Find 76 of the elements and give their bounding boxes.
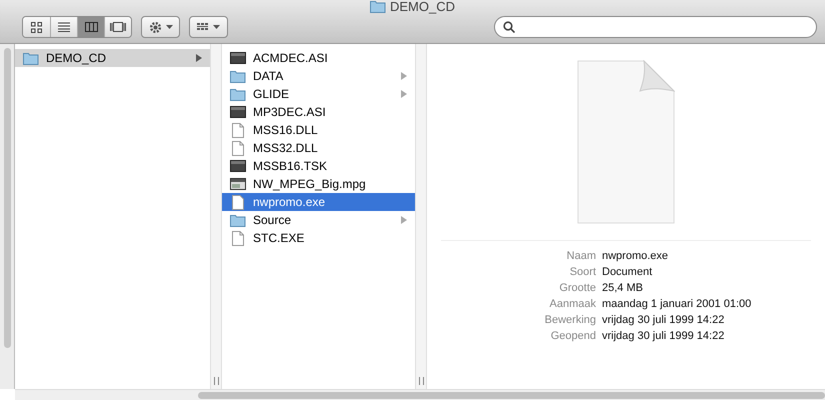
search-icon [503,21,515,33]
folder-icon [230,70,246,82]
caret-icon [213,25,220,29]
search-field[interactable] [494,16,817,38]
cover-flow-icon [110,22,126,32]
application-icon [230,106,246,118]
info-label: Soort [568,265,596,280]
grid-icon [197,23,208,31]
info-label: Naam [566,249,596,264]
resize-handle-icon[interactable] [418,377,424,385]
disclosure-arrow-icon [401,72,407,80]
list-view-icon [58,22,70,32]
file-row[interactable]: Source [222,211,415,229]
window-title: DEMO_CD [390,0,455,16]
file-name: MSS16.DLL [253,122,319,139]
file-row[interactable]: GLIDE [222,85,415,103]
info-label: Bewerking [544,313,596,328]
document-icon [232,230,244,246]
file-name: MSS32.DLL [253,140,319,157]
file-row[interactable]: DEMO_CD [15,49,210,67]
file-row[interactable]: ACMDEC.ASI [222,49,415,67]
disclosure-arrow-icon [196,54,202,62]
scroll-bar[interactable] [4,48,10,348]
file-row[interactable]: MSS16.DLL [222,121,415,139]
info-value: maandag 1 januari 2001 01:00 [602,297,752,312]
file-row[interactable]: MP3DEC.ASI [222,103,415,121]
info-value: 25,4 MB [602,281,644,296]
file-row[interactable]: nwpromo.exe [222,193,415,211]
file-name: NW_MPEG_Big.mpg [253,176,367,193]
view-mode-button[interactable] [50,17,77,37]
info-label: Aanmaak [548,297,596,312]
file-row[interactable]: STC.EXE [222,229,415,247]
resize-handle-icon[interactable] [214,377,218,385]
action-menu-button[interactable] [141,16,180,38]
document-icon [232,140,244,156]
video-icon [230,178,246,190]
column-view-icon [84,22,98,32]
folder-icon [370,0,386,14]
gear-icon [148,20,162,34]
file-name: DEMO_CD [46,50,108,67]
info-label: Grootte [558,281,596,296]
document-icon [232,194,244,210]
folder-icon [230,88,246,100]
caret-icon [166,25,172,29]
info-value: vrijdag 30 juli 1999 14:22 [602,329,726,344]
view-mode-button[interactable] [77,17,104,37]
arrange-menu-button[interactable] [189,16,228,38]
info-value: vrijdag 30 juli 1999 14:22 [602,313,726,328]
file-row[interactable]: MSSB16.TSK [222,157,415,175]
info-value: nwpromo.exe [602,249,670,264]
file-name: STC.EXE [253,230,306,247]
file-name: ACMDEC.ASI [253,50,329,67]
folder-icon [23,52,39,64]
info-value: Document [602,265,654,280]
file-row[interactable]: NW_MPEG_Big.mpg [222,175,415,193]
file-row[interactable]: MSS32.DLL [222,139,415,157]
view-mode-button[interactable] [23,17,50,37]
view-mode-switcher[interactable] [22,16,132,38]
document-preview-icon [577,60,675,224]
disclosure-arrow-icon [401,216,407,224]
file-name: MSSB16.TSK [253,158,328,175]
folder-icon [230,214,246,226]
document-icon [232,122,244,138]
file-name: nwpromo.exe [253,194,326,211]
file-name: GLIDE [253,86,290,103]
disclosure-arrow-icon [401,90,407,98]
file-name: Source [253,212,292,229]
file-name: MP3DEC.ASI [253,104,327,121]
application-icon [230,160,246,172]
scroll-bar[interactable] [198,392,825,398]
application-icon [230,52,246,64]
file-name: DATA [253,68,284,85]
view-mode-button[interactable] [104,17,131,37]
icon-view-icon [31,22,42,32]
info-label: Geopend [550,329,596,344]
file-row[interactable]: DATA [222,67,415,85]
